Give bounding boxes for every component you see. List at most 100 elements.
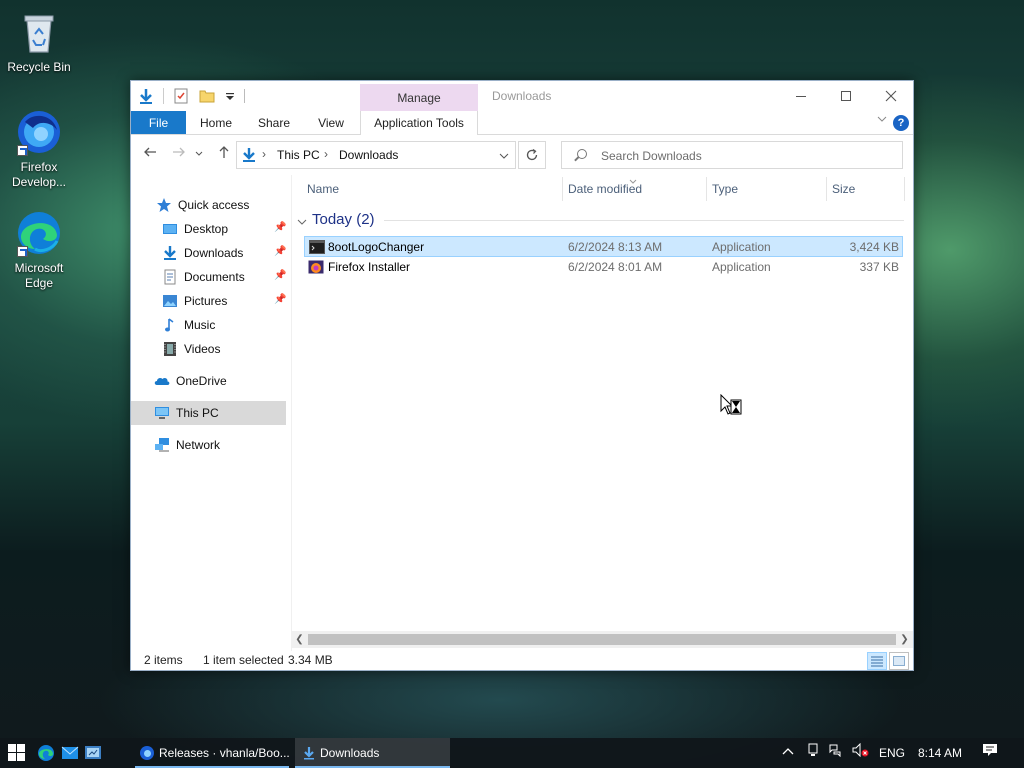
file-size: 3,424 KB <box>849 240 899 254</box>
breadcrumb-downloads[interactable]: Downloads <box>339 148 398 162</box>
navigation-bar: › This PC › Downloads Search Downloads <box>131 136 913 174</box>
clock[interactable]: 8:14 AM <box>918 738 962 768</box>
downloads-location-icon <box>241 147 257 166</box>
column-header-size[interactable]: Size <box>832 177 855 201</box>
ribbon-tabs: File Home Share View Application Tools ? <box>131 111 913 135</box>
address-dropdown-icon[interactable] <box>499 150 509 164</box>
breadcrumb-separator-icon[interactable]: › <box>324 147 328 161</box>
scroll-left-icon[interactable]: ❮ <box>291 631 308 648</box>
breadcrumb-separator-icon[interactable]: › <box>262 147 266 161</box>
volume-muted-icon[interactable] <box>852 738 872 768</box>
properties-icon[interactable] <box>172 87 190 105</box>
customize-dropdown-icon[interactable] <box>224 87 236 105</box>
firefox-dev-icon <box>140 746 154 760</box>
toolbar-divider <box>244 89 245 103</box>
file-type: Application <box>712 260 771 274</box>
file-row[interactable]: 8ootLogoChanger 6/2/2024 8:13 AM Applica… <box>304 236 903 257</box>
column-divider[interactable] <box>562 177 563 201</box>
details-view-button[interactable] <box>867 652 887 670</box>
recent-locations-button[interactable] <box>193 145 205 165</box>
pin-icon[interactable]: 📌 <box>274 270 286 281</box>
cloud-icon <box>154 377 170 385</box>
column-divider[interactable] <box>826 177 827 201</box>
nav-item-label: Desktop <box>184 222 229 236</box>
start-button[interactable] <box>8 738 30 768</box>
action-center-icon[interactable] <box>982 738 1000 768</box>
language-indicator[interactable]: ENG <box>879 738 905 768</box>
nav-item-label: OneDrive <box>176 374 227 388</box>
file-row[interactable]: Firefox Installer 6/2/2024 8:01 AM Appli… <box>304 257 903 278</box>
column-header-type[interactable]: Type <box>712 177 738 201</box>
pane-divider[interactable] <box>291 175 292 651</box>
taskbar-app-firefox[interactable]: Releases · vhanla/Boo... <box>135 738 290 768</box>
tab-view[interactable]: View <box>309 111 353 134</box>
nav-item-label: Documents <box>184 270 245 284</box>
desktop-icon-recycle-bin[interactable]: Recycle Bin <box>3 8 75 75</box>
up-button[interactable] <box>214 145 234 165</box>
edge-taskbar-icon[interactable] <box>37 738 57 768</box>
address-bar[interactable]: › This PC › Downloads <box>236 141 516 169</box>
column-divider[interactable] <box>904 177 905 201</box>
status-item-count: 2 items <box>144 653 183 667</box>
application-icon <box>309 240 325 254</box>
network-icon <box>155 438 169 452</box>
column-divider[interactable] <box>706 177 707 201</box>
scroll-right-icon[interactable]: ❯ <box>896 631 913 648</box>
horizontal-scrollbar[interactable]: ❮ ❯ <box>291 631 913 648</box>
group-divider <box>384 220 904 221</box>
minimize-button[interactable] <box>778 81 824 110</box>
control-panel-taskbar-icon[interactable] <box>84 738 104 768</box>
window-title: Downloads <box>492 89 552 103</box>
remote-desktop-tray-icon[interactable] <box>828 738 846 768</box>
tab-home[interactable]: Home <box>193 111 239 134</box>
computer-icon <box>155 407 169 419</box>
back-button[interactable] <box>140 145 160 165</box>
help-icon[interactable]: ? <box>893 115 909 131</box>
status-selection: 1 item selected <box>203 653 284 667</box>
close-button[interactable] <box>868 81 914 110</box>
show-hidden-icons-chevron[interactable] <box>782 738 798 768</box>
nav-item-label: Music <box>184 318 216 332</box>
group-header-today[interactable]: Today (2) <box>312 209 375 231</box>
taskbar: Releases · vhanla/Boo... Downloads ENG 8… <box>0 738 1024 768</box>
forward-button[interactable] <box>169 145 189 165</box>
search-box[interactable]: Search Downloads <box>561 141 903 169</box>
download-arrow-icon[interactable] <box>137 87 155 105</box>
scrollbar-thumb[interactable] <box>308 634 896 645</box>
tab-file[interactable]: File <box>131 111 186 134</box>
nav-item-label: Videos <box>184 342 221 356</box>
desktop-icon-firefox-developer[interactable]: Firefox Develop... <box>3 108 75 190</box>
network-tray-icon[interactable] <box>806 738 822 768</box>
chevron-down-icon[interactable] <box>877 114 887 127</box>
tab-share[interactable]: Share <box>251 111 297 134</box>
file-name: 8ootLogoChanger <box>328 240 425 254</box>
star-icon <box>157 198 171 212</box>
refresh-button[interactable] <box>518 141 546 169</box>
desktop-icon-microsoft-edge[interactable]: Microsoft Edge <box>3 209 75 291</box>
search-icon <box>577 149 587 159</box>
pin-icon[interactable]: 📌 <box>274 222 286 233</box>
file-size: 337 KB <box>859 260 899 274</box>
pin-icon[interactable]: 📌 <box>274 246 286 257</box>
new-folder-icon[interactable] <box>198 87 216 105</box>
nav-item-label: Downloads <box>184 246 244 260</box>
navigation-pane: Quick access Desktop Downloads Documents… <box>131 175 291 651</box>
breadcrumb-this-pc[interactable]: This PC <box>277 148 320 162</box>
mail-taskbar-icon[interactable] <box>61 738 81 768</box>
taskbar-app-downloads[interactable]: Downloads <box>295 738 450 768</box>
manage-contextual-header: Manage <box>360 84 478 111</box>
music-icon <box>165 318 174 332</box>
title-bar[interactable]: Manage Downloads <box>131 81 913 111</box>
downloads-folder-icon <box>164 246 176 260</box>
pin-icon[interactable]: 📌 <box>274 294 286 305</box>
nav-item-label: Network <box>176 438 221 452</box>
sort-chevron-icon <box>629 174 637 188</box>
maximize-button[interactable] <box>823 81 869 110</box>
column-header-name[interactable]: Name <box>307 177 339 201</box>
firefox-installer-icon <box>308 260 324 274</box>
tab-application-tools[interactable]: Application Tools <box>360 111 478 135</box>
large-icons-view-button[interactable] <box>889 652 909 670</box>
group-collapse-icon[interactable] <box>297 215 307 229</box>
file-date: 6/2/2024 8:01 AM <box>568 260 663 274</box>
documents-folder-icon <box>164 269 176 285</box>
